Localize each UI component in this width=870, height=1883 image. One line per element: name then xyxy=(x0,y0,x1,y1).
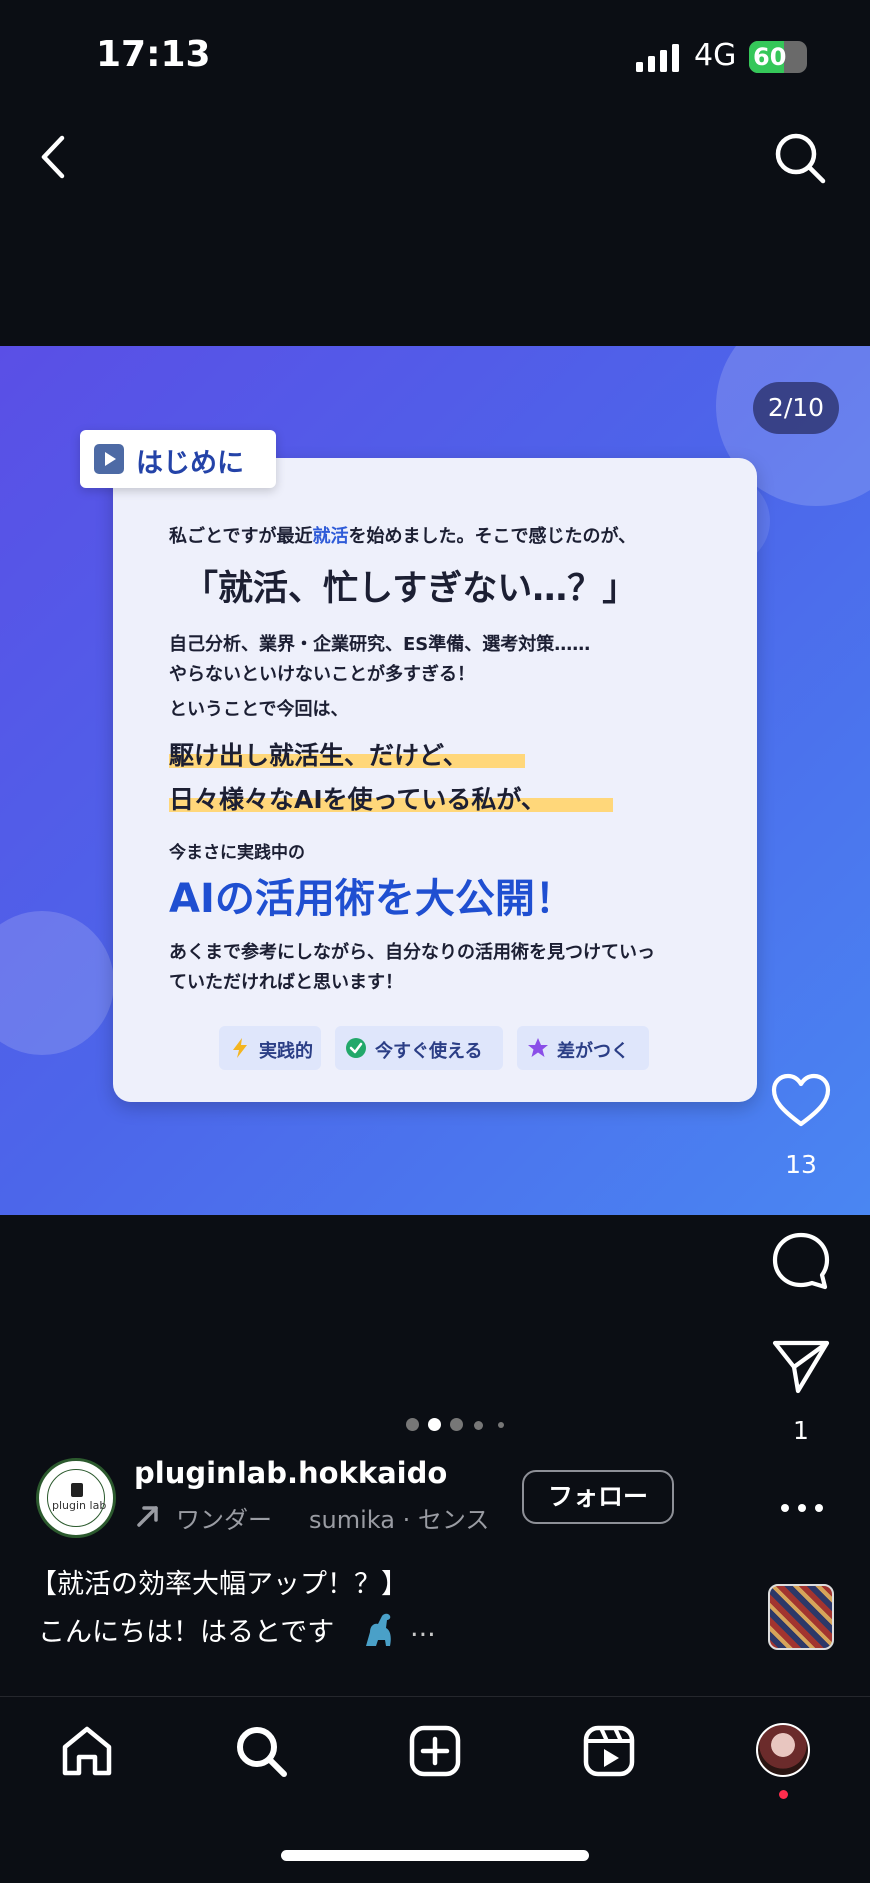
music-thumbnail[interactable] xyxy=(768,1584,834,1650)
chip-usable-now: 今すぐ使える xyxy=(335,1026,503,1070)
card-line-this-time: ということで今回は、 xyxy=(169,699,349,720)
lightning-icon xyxy=(233,1038,247,1058)
share-count: 1 xyxy=(793,1416,809,1445)
network-type: 4G xyxy=(694,38,737,73)
chip-practical: 実践的 xyxy=(219,1026,321,1070)
intro-line: 私ごとですが最近就活を始めました。そこで感じたのが、 xyxy=(169,526,637,547)
caption-more[interactable]: ... xyxy=(410,1612,436,1643)
card-highlight-2: 日々様々なAIを使っている私が、 xyxy=(169,785,546,814)
card-line-too-many: やらないといけないことが多すぎる！ xyxy=(169,664,475,685)
card-line-reference-2: ていただければと思います！ xyxy=(169,972,403,993)
card-line-now: 今まさに実践中の xyxy=(169,843,305,863)
caption-body: こんにちは！はるとです xyxy=(38,1617,335,1648)
profile-avatar[interactable] xyxy=(756,1723,810,1777)
follow-button[interactable]: フォロー xyxy=(522,1470,674,1524)
star-icon xyxy=(528,1038,548,1057)
username[interactable]: pluginlab.hokkaido xyxy=(134,1456,447,1490)
like-count: 13 xyxy=(785,1150,817,1179)
comment-icon[interactable] xyxy=(770,1230,832,1292)
carousel-dot xyxy=(450,1418,463,1431)
music-artist[interactable]: sumika · センス xyxy=(309,1500,489,1535)
more-options-icon[interactable] xyxy=(778,1500,826,1516)
section-tag: はじめに xyxy=(80,430,276,488)
music-title[interactable]: ワンダー xyxy=(176,1500,272,1535)
play-icon xyxy=(94,444,124,474)
carousel-dot xyxy=(498,1422,504,1428)
back-button[interactable] xyxy=(34,132,74,182)
card-line-tasks: 自己分析、業界・企業研究、ES準備、選考対策…… xyxy=(169,634,591,655)
dinosaur-emoji-icon xyxy=(366,1613,391,1646)
avatar-logo-text: plugin lab xyxy=(52,1499,107,1512)
trending-arrow-icon xyxy=(137,1506,158,1527)
share-icon[interactable] xyxy=(770,1335,832,1397)
card-line-reference: あくまで参考にしながら、自分なりの活用術を見つけていっ xyxy=(169,942,655,963)
status-time: 17:13 xyxy=(96,34,211,75)
carousel-dot-active xyxy=(428,1418,441,1431)
check-circle-icon xyxy=(346,1038,366,1058)
signal-icon xyxy=(636,44,679,72)
battery-icon: 60 xyxy=(749,41,807,73)
create-post-icon[interactable] xyxy=(407,1723,463,1779)
caption-title: 【就活の効率大幅アップ！？】 xyxy=(30,1569,408,1600)
carousel-dot xyxy=(406,1418,419,1431)
chip-edge: 差がつく xyxy=(517,1026,649,1070)
card-headline: 「就活、忙しすぎない…？」 xyxy=(183,569,638,609)
card-big-title: AIの活用術を大公開！ xyxy=(169,876,575,922)
notification-dot xyxy=(779,1790,788,1799)
home-icon[interactable] xyxy=(59,1723,115,1779)
slide-counter: 2/10 xyxy=(753,382,839,434)
like-heart-icon[interactable] xyxy=(770,1070,832,1132)
reels-icon[interactable] xyxy=(581,1723,637,1779)
card-highlight-1: 駆け出し就活生、だけど、 xyxy=(169,741,468,770)
search-nav-icon[interactable] xyxy=(233,1723,289,1779)
account-avatar[interactable]: plugin lab xyxy=(36,1458,116,1538)
carousel-dot xyxy=(474,1421,483,1430)
home-indicator[interactable] xyxy=(281,1850,589,1861)
battery-level: 60 xyxy=(753,43,787,71)
search-icon[interactable] xyxy=(772,130,828,186)
content-card: 私ごとですが最近就活を始めました。そこで感じたのが、 「就活、忙しすぎない…？」… xyxy=(113,458,757,1102)
